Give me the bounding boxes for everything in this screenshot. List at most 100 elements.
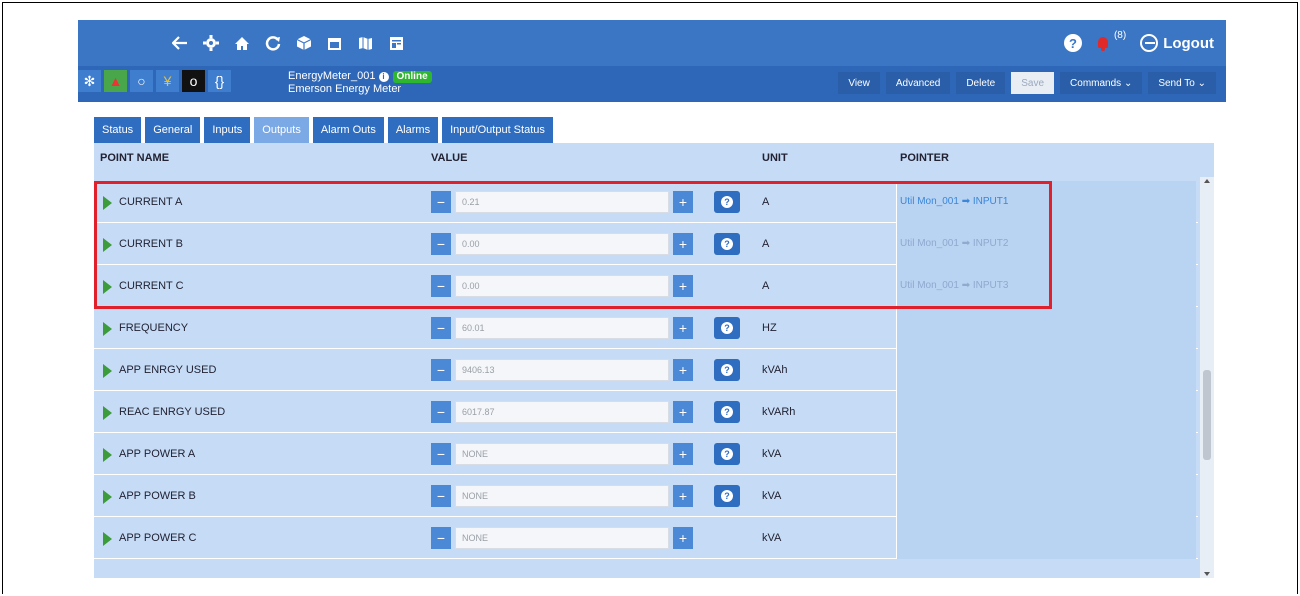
table-row: APP ENRGY USED −9406.13 +? kVAh bbox=[94, 349, 1198, 391]
increment-button[interactable]: + bbox=[673, 359, 693, 381]
refresh-icon[interactable] bbox=[257, 20, 288, 66]
decrement-button[interactable]: − bbox=[431, 233, 451, 255]
override-help-button[interactable]: ? bbox=[714, 317, 740, 339]
logout-button[interactable]: Logout bbox=[1140, 34, 1214, 52]
decrement-button[interactable]: − bbox=[431, 359, 451, 381]
info-icon[interactable]: i bbox=[378, 72, 389, 82]
decrement-button[interactable]: − bbox=[431, 485, 451, 507]
override-help-button[interactable]: ? bbox=[714, 485, 740, 507]
scrollbar-thumb[interactable] bbox=[1203, 370, 1211, 460]
device-bar: ✻ ▲ ○ ¥ o {} EnergyMeter_001 i Online Eme… bbox=[78, 66, 1226, 102]
tab-outputs[interactable]: Outputs bbox=[254, 117, 309, 143]
value-input[interactable]: 6017.87 bbox=[455, 401, 669, 423]
override-help-button[interactable]: ? bbox=[714, 191, 740, 213]
increment-button[interactable]: + bbox=[673, 275, 693, 297]
pointer-link[interactable]: Util Mon_001 ➡ INPUT3 bbox=[900, 280, 1008, 291]
value-input[interactable]: 0.00 bbox=[455, 233, 669, 255]
increment-button[interactable]: + bbox=[673, 443, 693, 465]
tab-input-output-status[interactable]: Input/Output Status bbox=[442, 117, 553, 143]
plug-icon[interactable]: ¥ bbox=[156, 70, 179, 92]
home-icon[interactable] bbox=[226, 20, 257, 66]
value-stepper: −60.01 + bbox=[431, 317, 693, 339]
view-button[interactable]: View bbox=[838, 72, 880, 94]
send-to-dropdown[interactable]: Send To ⌄ bbox=[1148, 72, 1216, 94]
play-arrow-icon[interactable] bbox=[103, 406, 112, 420]
tab-alarm-outs[interactable]: Alarm Outs bbox=[312, 117, 384, 143]
tab-general[interactable]: General bbox=[145, 117, 201, 143]
pointer-link[interactable]: Util Mon_001 ➡ INPUT2 bbox=[900, 238, 1008, 249]
increment-button[interactable]: + bbox=[673, 233, 693, 255]
override-help-button[interactable]: ? bbox=[714, 233, 740, 255]
back-arrow-icon[interactable] bbox=[164, 20, 195, 66]
value-input[interactable]: NONE bbox=[455, 485, 669, 507]
tab-status[interactable]: Status bbox=[94, 117, 142, 143]
snowflake-icon[interactable]: ✻ bbox=[78, 70, 101, 92]
play-arrow-icon[interactable] bbox=[103, 448, 112, 462]
decrement-button[interactable]: − bbox=[431, 527, 451, 549]
override-help-button[interactable]: ? bbox=[714, 401, 740, 423]
increment-button[interactable]: + bbox=[673, 485, 693, 507]
unit-label: kVA bbox=[762, 490, 782, 502]
lightbulb-icon[interactable]: ○ bbox=[130, 70, 153, 92]
unit-label: A bbox=[762, 238, 770, 250]
increment-button[interactable]: + bbox=[673, 527, 693, 549]
pointer-link[interactable]: Util Mon_001 ➡ INPUT1 bbox=[900, 196, 1008, 207]
decrement-button[interactable]: − bbox=[431, 317, 451, 339]
play-arrow-icon[interactable] bbox=[103, 532, 112, 546]
increment-button[interactable]: + bbox=[673, 317, 693, 339]
value-stepper: − NONE + bbox=[431, 443, 693, 465]
pointer-cell bbox=[896, 433, 1196, 475]
decrement-button[interactable]: − bbox=[431, 401, 451, 423]
value-stepper: −6017.87 + bbox=[431, 401, 693, 423]
status-badge: Online bbox=[392, 71, 432, 83]
play-arrow-icon[interactable] bbox=[103, 490, 112, 504]
table-header: POINT NAME VALUE UNIT POINTER bbox=[94, 143, 1214, 177]
cycle-icon[interactable]: o bbox=[182, 70, 205, 92]
delete-button[interactable]: Delete bbox=[956, 72, 1006, 94]
tab-alarms[interactable]: Alarms bbox=[387, 117, 439, 143]
play-arrow-icon[interactable] bbox=[103, 322, 112, 336]
report-icon[interactable] bbox=[381, 20, 412, 66]
point-name: APP POWER C bbox=[119, 532, 197, 544]
value-input[interactable]: 9406.13 bbox=[455, 359, 669, 381]
notification-bell-icon[interactable] bbox=[1096, 35, 1110, 51]
play-arrow-icon[interactable] bbox=[103, 364, 112, 378]
play-arrow-icon[interactable] bbox=[103, 238, 112, 252]
scroll-down-arrow-icon[interactable] bbox=[1204, 572, 1210, 576]
header-unit: UNIT bbox=[762, 152, 788, 164]
map-icon[interactable] bbox=[350, 20, 381, 66]
bracket-icon[interactable]: {} bbox=[208, 70, 231, 92]
question-icon: ? bbox=[721, 406, 733, 418]
value-input[interactable]: 0.00 bbox=[455, 275, 669, 297]
play-arrow-icon[interactable] bbox=[103, 280, 112, 294]
override-help-button[interactable]: ? bbox=[714, 359, 740, 381]
point-name: APP POWER B bbox=[119, 490, 196, 502]
question-icon: ? bbox=[721, 364, 733, 376]
play-arrow-icon[interactable] bbox=[103, 196, 112, 210]
value-input[interactable]: 0.21 bbox=[455, 191, 669, 213]
notification-count: (8) bbox=[1113, 29, 1127, 41]
value-input[interactable]: 60.01 bbox=[455, 317, 669, 339]
pointer-cell bbox=[896, 349, 1196, 391]
commands-dropdown[interactable]: Commands ⌄ bbox=[1060, 72, 1143, 94]
override-help-button[interactable]: ? bbox=[714, 443, 740, 465]
table-row: CURRENT A −0.21 +? A Util Mon_001 ➡ INPUT1 bbox=[94, 181, 1198, 223]
advanced-button[interactable]: Advanced bbox=[885, 72, 951, 94]
increment-button[interactable]: + bbox=[673, 401, 693, 423]
flame-icon[interactable]: ▲ bbox=[104, 70, 127, 92]
scroll-up-arrow-icon[interactable] bbox=[1204, 179, 1210, 183]
save-button[interactable]: Save bbox=[1011, 72, 1055, 94]
tab-inputs[interactable]: Inputs bbox=[204, 117, 251, 143]
increment-button[interactable]: + bbox=[673, 191, 693, 213]
decrement-button[interactable]: − bbox=[431, 191, 451, 213]
calendar-icon[interactable] bbox=[319, 20, 350, 66]
table-scrollbar[interactable] bbox=[1200, 177, 1214, 578]
gear-icon[interactable] bbox=[195, 20, 226, 66]
cube-icon[interactable] bbox=[288, 20, 319, 66]
question-icon: ? bbox=[721, 490, 733, 502]
help-icon[interactable]: ? bbox=[1063, 34, 1082, 52]
decrement-button[interactable]: − bbox=[431, 275, 451, 297]
value-input[interactable]: NONE bbox=[455, 527, 669, 549]
decrement-button[interactable]: − bbox=[431, 443, 451, 465]
value-input[interactable]: NONE bbox=[455, 443, 669, 465]
